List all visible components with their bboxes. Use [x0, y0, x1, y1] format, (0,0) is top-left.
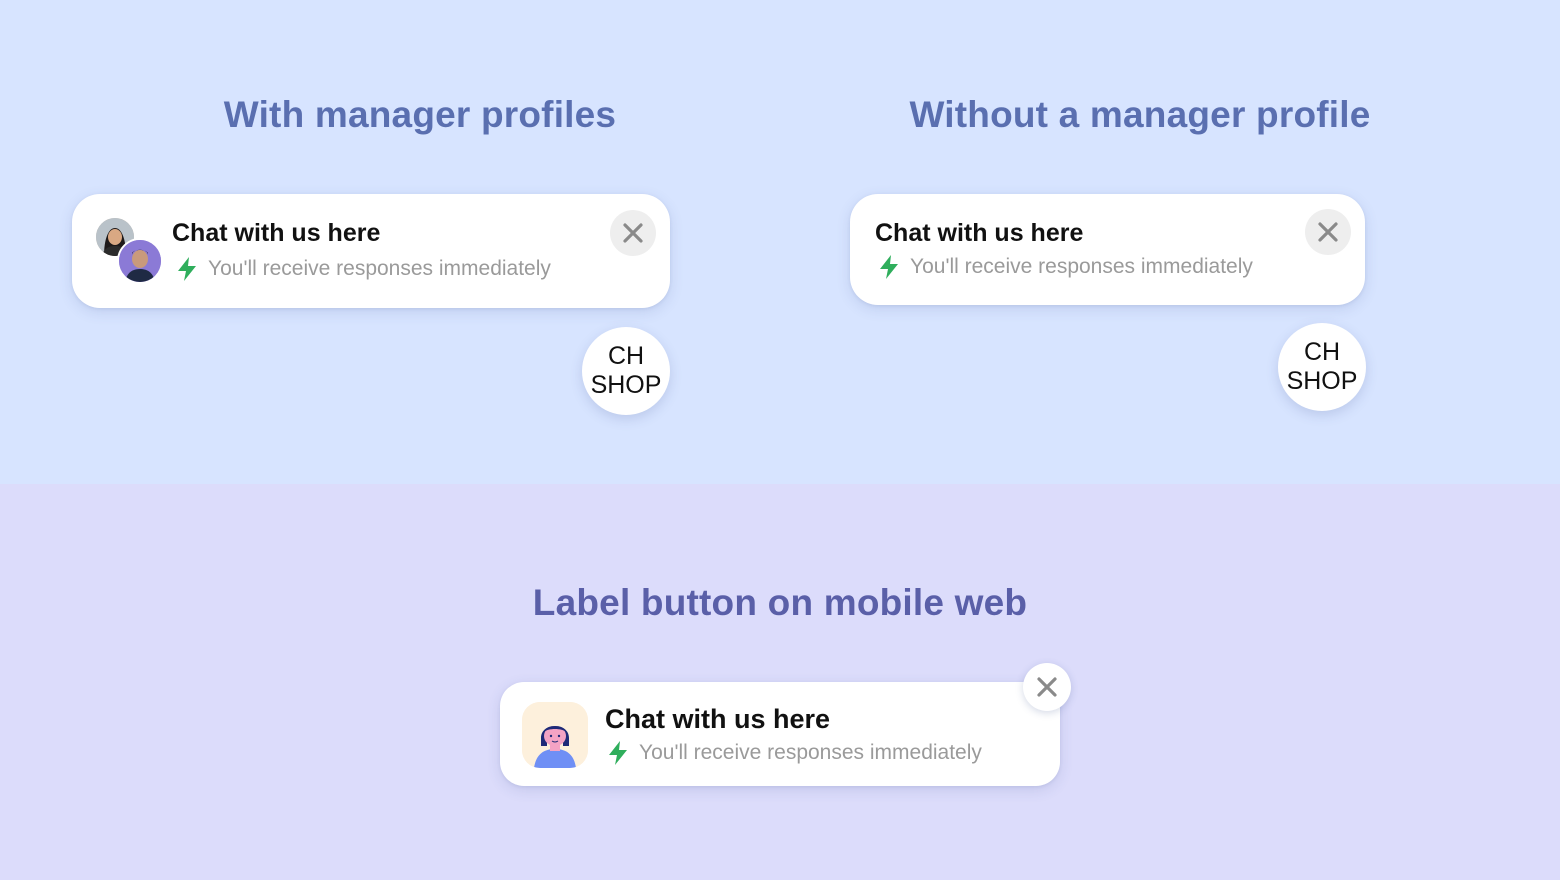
ch-shop-launcher-button[interactable]: CH SHOP: [1278, 323, 1366, 411]
close-icon: [1037, 677, 1057, 697]
without-profile-heading: Without a manager profile: [909, 94, 1371, 135]
manager-avatar-2: [117, 238, 163, 284]
with-profiles-heading: With manager profiles: [223, 94, 617, 135]
close-button[interactable]: [610, 210, 656, 256]
card-title: Chat with us here: [875, 219, 1084, 247]
shop-button-line-1: CH: [1303, 338, 1341, 366]
lightning-bolt-icon: [878, 254, 900, 280]
mobile-web-heading: Label button on mobile web: [532, 582, 1028, 623]
chat-label-card-with-profiles[interactable]: Chat with us here You'll receive respons…: [72, 194, 670, 308]
close-button[interactable]: [1305, 209, 1351, 255]
card-subtitle-row: You'll receive responses immediately: [176, 256, 551, 282]
chat-label-card-mobile-web[interactable]: Chat with us here You'll receive respons…: [500, 682, 1060, 786]
card-title: Chat with us here: [172, 219, 381, 247]
card-subtitle: You'll receive responses immediately: [639, 741, 982, 764]
card-subtitle-row: You'll receive responses immediately: [607, 740, 982, 766]
card-subtitle: You'll receive responses immediately: [208, 257, 551, 280]
card-subtitle-row: You'll receive responses immediately: [878, 254, 1253, 280]
close-icon: [1318, 222, 1338, 242]
chat-label-card-without-profile[interactable]: Chat with us here You'll receive respons…: [850, 194, 1365, 305]
lightning-bolt-icon: [607, 740, 629, 766]
manager-illustration-avatar: [522, 702, 588, 768]
close-icon: [623, 223, 643, 243]
card-title: Chat with us here: [605, 704, 831, 734]
shop-button-line-1: CH: [607, 342, 645, 370]
shop-button-line-2: SHOP: [590, 371, 662, 399]
close-button[interactable]: [1023, 663, 1071, 711]
lightning-bolt-icon: [176, 256, 198, 282]
shop-button-line-2: SHOP: [1286, 367, 1358, 395]
ch-shop-launcher-button[interactable]: CH SHOP: [582, 327, 670, 415]
card-subtitle: You'll receive responses immediately: [910, 255, 1253, 278]
